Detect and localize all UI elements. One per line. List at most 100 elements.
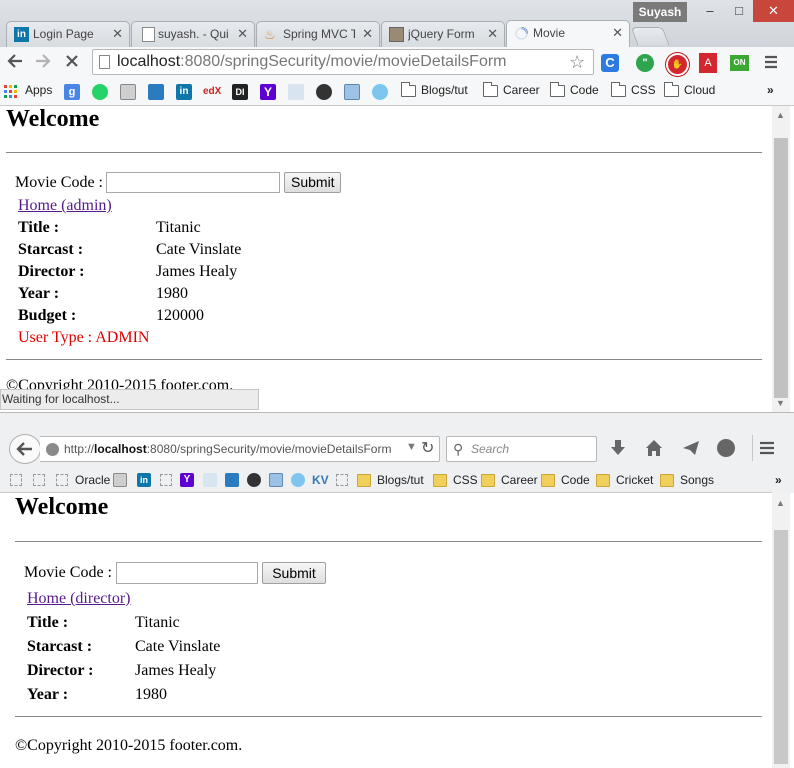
home-link[interactable]: Home (admin) [18, 197, 112, 215]
bookmark-folder-blogs[interactable]: Blogs/tut [421, 83, 468, 97]
submit-button[interactable]: Submit [284, 172, 341, 193]
bookmark-placeholder-icon[interactable] [10, 474, 22, 486]
bookmark-folder-code[interactable]: Code [570, 83, 599, 97]
bookmark-placeholder-icon[interactable] [56, 474, 68, 486]
puzzle-bookmark-icon[interactable] [203, 473, 217, 487]
submit-button[interactable]: Submit [262, 562, 326, 584]
tab-movie[interactable]: Movie ✕ [506, 20, 630, 48]
linkedin-icon[interactable]: in [137, 473, 151, 487]
tab-suyash-quora[interactable]: suyash. - Qui ✕ [131, 21, 255, 47]
bookmark-folder-code[interactable]: Code [561, 473, 590, 487]
hangouts-icon[interactable]: " [636, 54, 654, 72]
address-bar[interactable]: http://localhost:8080/springSecurity/mov… [40, 436, 440, 462]
profile-name-badge[interactable]: Suyash [633, 2, 687, 22]
bookmark-folder-css[interactable]: CSS [631, 83, 656, 97]
bookmarks-overflow-chevron-icon[interactable]: » [775, 473, 782, 487]
bookmarks-overflow-chevron-icon[interactable]: » [767, 83, 774, 97]
close-tab-icon[interactable]: ✕ [237, 26, 248, 42]
send-icon[interactable] [682, 440, 700, 456]
bookmark-folder-cloud[interactable]: Cloud [684, 83, 715, 97]
scroll-up-arrow-icon[interactable]: ▲ [776, 498, 785, 508]
home-link[interactable]: Home (director) [27, 590, 131, 608]
url-dropdown-icon[interactable]: ▼ [406, 441, 417, 453]
linkedin-icon[interactable]: in [176, 84, 192, 100]
google-icon[interactable]: g [64, 84, 80, 100]
yahoo-icon[interactable]: Y [180, 473, 194, 487]
z-bookmark-icon[interactable] [291, 473, 305, 487]
bookmark-star-icon[interactable]: ☆ [569, 52, 585, 73]
window-bookmark-icon[interactable] [269, 473, 283, 487]
director-value: James Healy [156, 263, 238, 280]
tab-jquery-form[interactable]: jQuery Form ✕ [381, 21, 505, 47]
window-bookmark-icon[interactable] [344, 84, 360, 100]
z-bookmark-icon[interactable] [372, 84, 388, 100]
close-tab-icon[interactable]: ✕ [612, 25, 623, 41]
firefox-vertical-scrollbar[interactable]: ▲ [772, 492, 790, 768]
new-tab-button[interactable] [630, 27, 670, 45]
bookmark-folder-css[interactable]: CSS [453, 473, 478, 487]
title-value: Titanic [156, 219, 201, 236]
di-icon[interactable]: DI [232, 84, 248, 100]
home-icon[interactable] [645, 439, 663, 457]
translate-icon[interactable] [225, 473, 239, 487]
apps-shortcut[interactable]: Apps [25, 83, 52, 97]
scrollbar-thumb[interactable] [774, 138, 788, 398]
close-tab-icon[interactable]: ✕ [362, 26, 373, 42]
address-bar[interactable]: localhost:8080/springSecurity/movie/movi… [92, 49, 594, 75]
bookmark-folder-career[interactable]: Career [503, 83, 540, 97]
bookmark-folder-career[interactable]: Career [501, 473, 538, 487]
close-tab-icon[interactable]: ✕ [112, 26, 123, 42]
profile-bookmark-icon[interactable] [113, 473, 127, 487]
puzzle-bookmark-icon[interactable] [288, 84, 304, 100]
yahoo-icon[interactable]: Y [260, 84, 276, 100]
close-tab-icon[interactable]: ✕ [487, 26, 498, 42]
profile-bookmark-icon[interactable] [120, 84, 136, 100]
bookmark-placeholder-icon[interactable] [33, 474, 45, 486]
reload-icon[interactable]: ↻ [421, 438, 434, 458]
director-label: Director : [27, 662, 94, 679]
tab-label: suyash. - Qui [158, 27, 229, 41]
translate-icon[interactable] [148, 84, 164, 100]
circle-bookmark-icon[interactable] [247, 473, 261, 487]
forward-arrow-icon[interactable] [34, 52, 52, 70]
history-clock-icon[interactable] [717, 439, 735, 457]
bookmark-folder-blogs[interactable]: Blogs/tut [377, 473, 424, 487]
back-button[interactable] [9, 434, 41, 464]
status-bubble: Waiting for localhost... [0, 389, 259, 410]
scroll-down-arrow-icon[interactable]: ▼ [776, 398, 785, 408]
title-label: Title : [27, 614, 69, 631]
bookmark-placeholder-icon[interactable] [336, 474, 348, 486]
firefox-menu-icon[interactable] [758, 439, 776, 457]
divider [15, 716, 762, 717]
scroll-up-arrow-icon[interactable]: ▲ [776, 110, 785, 120]
extension-c-icon[interactable]: C [601, 54, 619, 72]
bookmark-placeholder-icon[interactable] [160, 474, 172, 486]
extension-on-icon[interactable]: ON [730, 55, 749, 71]
tab-login-page[interactable]: in Login Page ✕ [6, 21, 130, 47]
edx-icon[interactable]: edX [203, 84, 221, 100]
search-box[interactable]: ⚲ Search [446, 436, 597, 462]
movie-code-input[interactable] [116, 562, 258, 584]
chrome-menu-icon[interactable] [762, 53, 780, 71]
bookmark-oracle[interactable]: Oracle [75, 473, 110, 487]
scrollbar-thumb[interactable] [774, 530, 788, 764]
minimize-icon[interactable]: – [695, 0, 725, 22]
bookmark-folder-cricket[interactable]: Cricket [616, 473, 653, 487]
back-arrow-icon[interactable] [6, 52, 24, 70]
close-window-icon[interactable]: ✕ [753, 0, 794, 22]
movie-code-input[interactable] [106, 172, 280, 193]
tab-spring-mvc[interactable]: ♨ Spring MVC T ✕ [256, 21, 380, 47]
stop-loading-icon[interactable] [64, 53, 80, 69]
bookmark-folder-songs[interactable]: Songs [680, 473, 714, 487]
bookmark-kv[interactable]: KV [312, 473, 329, 487]
acrobat-icon[interactable]: A [699, 53, 717, 73]
adblock-stop-icon[interactable]: ✋ [666, 53, 689, 76]
whatsapp-icon[interactable] [92, 84, 108, 100]
download-arrow-icon[interactable] [610, 439, 626, 457]
folder-icon [660, 474, 674, 487]
circle-bookmark-icon[interactable] [316, 84, 332, 100]
apps-grid-icon[interactable] [4, 85, 18, 99]
java-icon: ♨ [264, 27, 276, 42]
chrome-vertical-scrollbar[interactable]: ▲ ▼ [772, 106, 790, 412]
maximize-icon[interactable]: □ [725, 0, 753, 22]
